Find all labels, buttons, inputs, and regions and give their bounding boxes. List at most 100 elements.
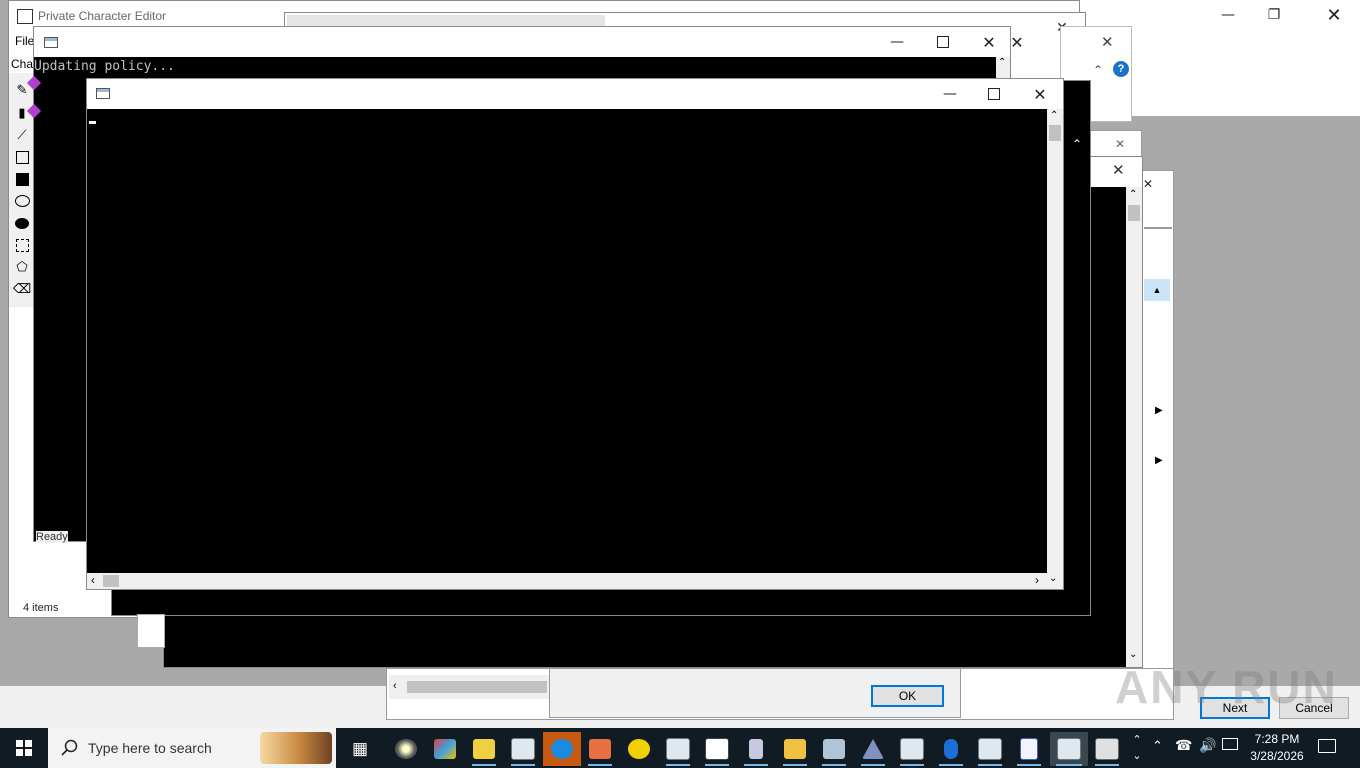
scroll-left-icon[interactable]: ‹ bbox=[393, 680, 397, 692]
minimize-button[interactable]: — bbox=[1205, 0, 1251, 30]
running-indicator bbox=[666, 764, 690, 766]
eraser-tool-icon[interactable]: ⌫ bbox=[13, 280, 31, 298]
taskbar-app-6[interactable] bbox=[582, 732, 618, 766]
ok-button[interactable]: OK bbox=[871, 685, 944, 707]
taskbar-app-5[interactable] bbox=[543, 732, 581, 766]
scroll-thumb[interactable] bbox=[1049, 125, 1061, 141]
task-view-icon: ▦ bbox=[351, 739, 369, 758]
taskbar-app-4[interactable] bbox=[505, 732, 541, 766]
scroll-up-button[interactable]: ▲ bbox=[1144, 279, 1170, 301]
filled-rectangle-tool-icon[interactable] bbox=[13, 170, 31, 188]
taskbar-app-7[interactable] bbox=[621, 732, 657, 766]
chevron-up-icon[interactable]: ⌃ bbox=[1093, 63, 1103, 77]
maximize-button[interactable] bbox=[920, 27, 966, 57]
minimize-button[interactable]: — bbox=[927, 79, 973, 109]
taskbar-app-13[interactable] bbox=[855, 732, 891, 766]
close-button-behind[interactable]: ✕ bbox=[994, 27, 1040, 57]
display-icon[interactable] bbox=[1222, 738, 1238, 750]
show-hidden-icons-icon[interactable]: ⌃ bbox=[1152, 738, 1163, 754]
text-cursor bbox=[89, 121, 96, 124]
restore-button[interactable]: ❐ bbox=[1251, 0, 1297, 30]
close-icon[interactable]: ✕ bbox=[1143, 177, 1153, 191]
running-indicator bbox=[939, 764, 963, 766]
running-indicator bbox=[978, 764, 1002, 766]
vertical-scrollbar[interactable]: ⌃ ⌄ bbox=[1126, 187, 1142, 667]
scroll-up-icon[interactable]: ⌃ bbox=[1050, 110, 1058, 121]
close-button[interactable]: ✕ bbox=[1311, 0, 1357, 30]
running-indicator bbox=[1056, 764, 1082, 766]
console-output: Updating policy... bbox=[34, 59, 175, 74]
search-icon bbox=[61, 739, 78, 756]
windows-logo-icon bbox=[16, 740, 32, 756]
line-tool-icon[interactable]: ⟋ bbox=[13, 126, 31, 144]
rect-select-tool-icon[interactable] bbox=[13, 236, 31, 254]
taskbar-app-9[interactable] bbox=[699, 732, 735, 766]
pce-title: Private Character Editor bbox=[38, 9, 167, 23]
taskbar-app-19[interactable] bbox=[1089, 732, 1125, 766]
watermark: ANY RUN bbox=[1115, 661, 1338, 713]
notification-center-icon[interactable] bbox=[1318, 739, 1336, 753]
vertical-scrollbar[interactable]: ⌃ bbox=[1047, 109, 1063, 573]
taskbar-app-11[interactable] bbox=[777, 732, 813, 766]
scroll-down-icon[interactable]: ⌄ bbox=[1049, 573, 1057, 584]
filled-ellipse-tool-icon[interactable] bbox=[13, 214, 31, 232]
taskbar-app-10[interactable] bbox=[738, 732, 774, 766]
wizard-window: ✕ ▲ ▶ ▶ bbox=[1140, 170, 1174, 720]
taskbar-app-16[interactable] bbox=[972, 732, 1008, 766]
running-indicator bbox=[705, 764, 729, 766]
freeform-select-tool-icon[interactable]: ⬠ bbox=[13, 258, 31, 276]
close-icon[interactable]: ✕ bbox=[1101, 33, 1114, 51]
hollow-rectangle-tool-icon[interactable] bbox=[13, 148, 31, 166]
chevron-up-icon[interactable]: ⌃ bbox=[1072, 137, 1082, 151]
taskbar-app-18-active[interactable] bbox=[1050, 732, 1088, 766]
close-icon[interactable]: ✕ bbox=[1112, 161, 1125, 179]
help-icon[interactable]: ? bbox=[1113, 61, 1129, 77]
close-icon[interactable]: ✕ bbox=[1115, 137, 1125, 151]
network-icon[interactable]: ☎ bbox=[1175, 737, 1192, 754]
taskbar-app-14[interactable] bbox=[894, 732, 930, 766]
clock-time[interactable]: 7:28 PM bbox=[1246, 732, 1308, 746]
pce-status-items: 4 items bbox=[23, 602, 59, 614]
message-dialog: OK bbox=[549, 668, 961, 718]
minimize-button[interactable]: — bbox=[874, 27, 920, 57]
scroll-left-icon[interactable]: ‹ bbox=[91, 573, 95, 587]
running-indicator bbox=[861, 764, 885, 766]
scroll-thumb[interactable] bbox=[103, 575, 119, 587]
search-placeholder: Type here to search bbox=[88, 740, 212, 756]
taskbar-app-2[interactable] bbox=[427, 732, 463, 766]
taskbar-app-1[interactable] bbox=[388, 732, 424, 766]
console-app-icon bbox=[96, 88, 110, 99]
wizard-list-header bbox=[1144, 227, 1172, 259]
maximize-button[interactable] bbox=[971, 79, 1017, 109]
search-box[interactable]: Type here to search bbox=[48, 728, 336, 768]
taskbar-app-8[interactable] bbox=[660, 732, 696, 766]
scroll-thumb[interactable] bbox=[407, 681, 547, 693]
start-button[interactable] bbox=[0, 728, 48, 768]
front-console-window: — ✕ ⌃ ‹ › ⌄ bbox=[86, 78, 1064, 590]
menu-character[interactable]: Cha bbox=[11, 57, 33, 71]
running-indicator bbox=[1017, 764, 1041, 766]
search-highlight-image bbox=[260, 732, 332, 764]
clock-date[interactable]: 3/28/2026 bbox=[1246, 749, 1308, 763]
taskbar-app-3[interactable] bbox=[466, 732, 502, 766]
hollow-ellipse-tool-icon[interactable] bbox=[13, 192, 31, 210]
running-indicator bbox=[1095, 764, 1119, 766]
expand-arrow-icon[interactable]: ▶ bbox=[1155, 455, 1163, 466]
expand-arrow-icon[interactable]: ▶ bbox=[1155, 405, 1163, 416]
menu-file[interactable]: File bbox=[15, 34, 34, 48]
close-button[interactable]: ✕ bbox=[1017, 79, 1063, 109]
horizontal-scrollbar[interactable]: ‹ › ⌄ bbox=[87, 573, 1063, 589]
scroll-up-icon[interactable]: ⌃ bbox=[1129, 189, 1137, 200]
taskbar-app-17[interactable] bbox=[1011, 732, 1047, 766]
taskbar-app-12[interactable] bbox=[816, 732, 852, 766]
bluetooth-app[interactable] bbox=[933, 732, 969, 766]
scroll-right-icon[interactable]: › bbox=[1035, 573, 1039, 587]
task-view-button[interactable]: ▦ bbox=[344, 736, 376, 762]
scroll-thumb[interactable] bbox=[1128, 205, 1140, 221]
scroll-down-icon[interactable]: ⌄ bbox=[1129, 649, 1137, 660]
scroll-up-icon[interactable]: ⌃ bbox=[998, 57, 1006, 68]
running-indicator bbox=[588, 764, 612, 766]
volume-icon[interactable]: 🔊 bbox=[1199, 737, 1216, 754]
horizontal-scrollbar[interactable]: ‹ bbox=[389, 675, 549, 699]
taskbar-overflow-chevron-icon[interactable]: ⌃ ⌄ bbox=[1130, 732, 1144, 764]
